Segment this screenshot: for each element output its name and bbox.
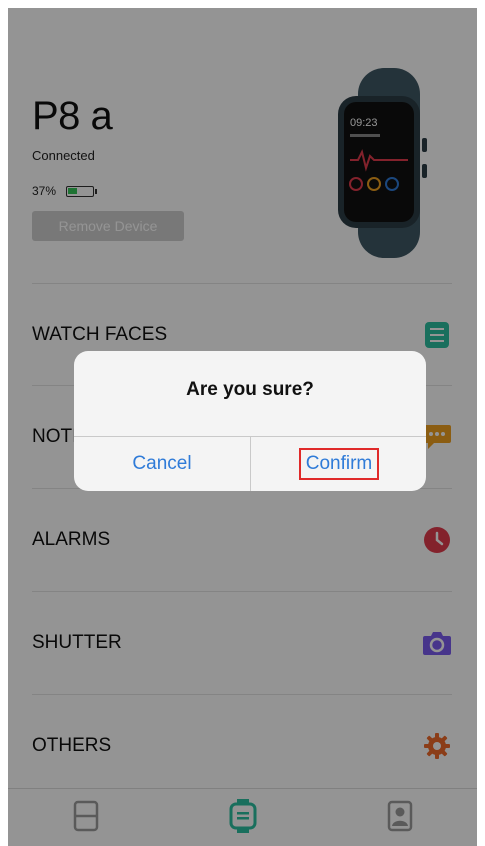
confirm-button[interactable]: Confirm	[251, 436, 426, 491]
cancel-label: Cancel	[132, 452, 192, 474]
confirm-dialog: Are you sure? Cancel Confirm	[74, 351, 426, 491]
dialog-title: Are you sure?	[186, 379, 314, 400]
app-screen: P8 a Connected 37% Remove Device 09:23 W…	[8, 8, 477, 846]
cancel-button[interactable]: Cancel	[74, 436, 250, 491]
confirm-label: Confirm	[298, 447, 380, 480]
